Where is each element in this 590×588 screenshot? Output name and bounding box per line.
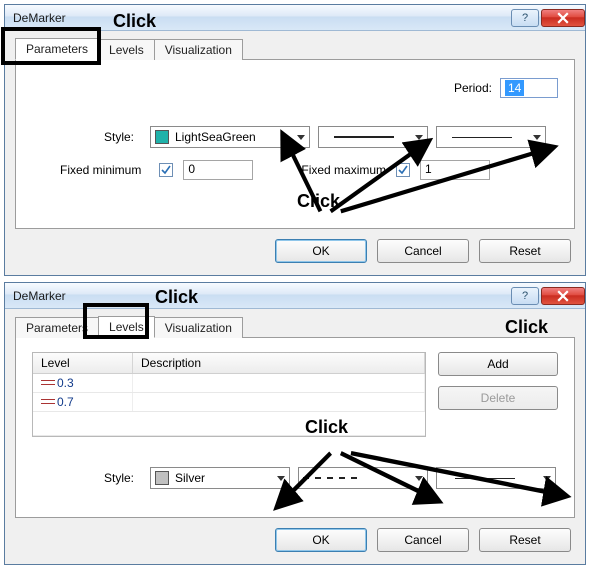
add-button[interactable]: Add — [438, 352, 558, 376]
color-swatch — [155, 130, 169, 144]
line-thin-icon — [452, 137, 512, 138]
chevron-down-icon — [415, 476, 423, 481]
fixed-max-input[interactable]: 1 — [420, 160, 490, 180]
titlebar: DeMarker ? — [5, 283, 585, 309]
button-row: OK Cancel Reset — [15, 229, 575, 265]
line-dashed-icon — [303, 477, 363, 479]
period-label: Period: — [454, 81, 500, 95]
fixed-min-input[interactable]: 0 — [183, 160, 253, 180]
tabstrip: Parameters Levels Visualization — [15, 315, 575, 337]
tab-levels[interactable]: Levels — [98, 39, 155, 60]
check-icon — [398, 165, 408, 175]
check-icon — [161, 165, 171, 175]
fixed-min-checkbox[interactable] — [159, 163, 173, 177]
window-title: DeMarker — [13, 289, 509, 303]
tab-parameters[interactable]: Parameters — [15, 38, 99, 60]
linewidth-combo[interactable] — [436, 126, 546, 148]
table-row-empty — [33, 412, 425, 436]
color-name: LightSeaGreen — [175, 130, 256, 144]
tab-visualization[interactable]: Visualization — [154, 317, 243, 338]
fixed-max-checkbox[interactable] — [396, 163, 410, 177]
linewidth-combo[interactable] — [436, 467, 556, 489]
chevron-down-icon — [543, 476, 551, 481]
close-button[interactable] — [541, 9, 585, 27]
fixed-max-label: Fixed maximum — [301, 163, 386, 177]
cancel-button[interactable]: Cancel — [377, 239, 469, 263]
table-row[interactable]: 0.3 — [33, 374, 425, 393]
dialog-demarker-parameters: DeMarker ? Parameters Levels Visualizati… — [4, 4, 586, 276]
tab-parameters[interactable]: Parameters — [15, 317, 99, 338]
parameters-panel: Period: 14 Style: LightSeaGreen — [15, 59, 575, 229]
linestyle-combo[interactable] — [318, 126, 428, 148]
grid-header: Level Description — [33, 353, 425, 374]
reset-button[interactable]: Reset — [479, 239, 571, 263]
linestyle-combo[interactable] — [298, 467, 428, 489]
tab-visualization[interactable]: Visualization — [154, 39, 243, 60]
level-line-icon — [41, 379, 55, 387]
ok-button[interactable]: OK — [275, 528, 367, 552]
dialog-demarker-levels: DeMarker ? Parameters Levels Visualizati… — [4, 282, 586, 565]
close-button[interactable] — [541, 287, 585, 305]
level-line-icon — [41, 398, 55, 406]
levels-grid: Level Description 0.3 0.7 — [32, 352, 426, 437]
window-title: DeMarker — [13, 11, 509, 25]
style-label: Style: — [32, 130, 142, 144]
close-icon — [557, 290, 569, 302]
fixed-min-label: Fixed minimum — [60, 163, 149, 177]
tab-levels[interactable]: Levels — [98, 316, 155, 338]
col-level[interactable]: Level — [33, 353, 133, 373]
help-button[interactable]: ? — [511, 9, 539, 27]
close-icon — [557, 12, 569, 24]
color-swatch — [155, 471, 169, 485]
color-combo[interactable]: Silver — [150, 467, 290, 489]
style-label: Style: — [32, 471, 142, 485]
chevron-down-icon — [277, 476, 285, 481]
tabstrip: Parameters Levels Visualization — [15, 37, 575, 59]
line-solid-icon — [334, 136, 394, 138]
color-combo[interactable]: LightSeaGreen — [150, 126, 310, 148]
button-row: OK Cancel Reset — [15, 518, 575, 554]
chevron-down-icon — [533, 135, 541, 140]
titlebar: DeMarker ? — [5, 5, 585, 31]
grid-body: 0.3 0.7 — [33, 374, 425, 436]
delete-button[interactable]: Delete — [438, 386, 558, 410]
side-buttons: Add Delete — [438, 352, 558, 410]
levels-panel: Level Description 0.3 0.7 — [15, 337, 575, 518]
line-thin-icon — [455, 478, 515, 479]
col-description[interactable]: Description — [133, 353, 425, 373]
reset-button[interactable]: Reset — [479, 528, 571, 552]
ok-button[interactable]: OK — [275, 239, 367, 263]
help-button[interactable]: ? — [511, 287, 539, 305]
cancel-button[interactable]: Cancel — [377, 528, 469, 552]
color-name: Silver — [175, 471, 205, 485]
period-input[interactable]: 14 — [500, 78, 558, 98]
table-row[interactable]: 0.7 — [33, 393, 425, 412]
chevron-down-icon — [415, 135, 423, 140]
chevron-down-icon — [297, 135, 305, 140]
